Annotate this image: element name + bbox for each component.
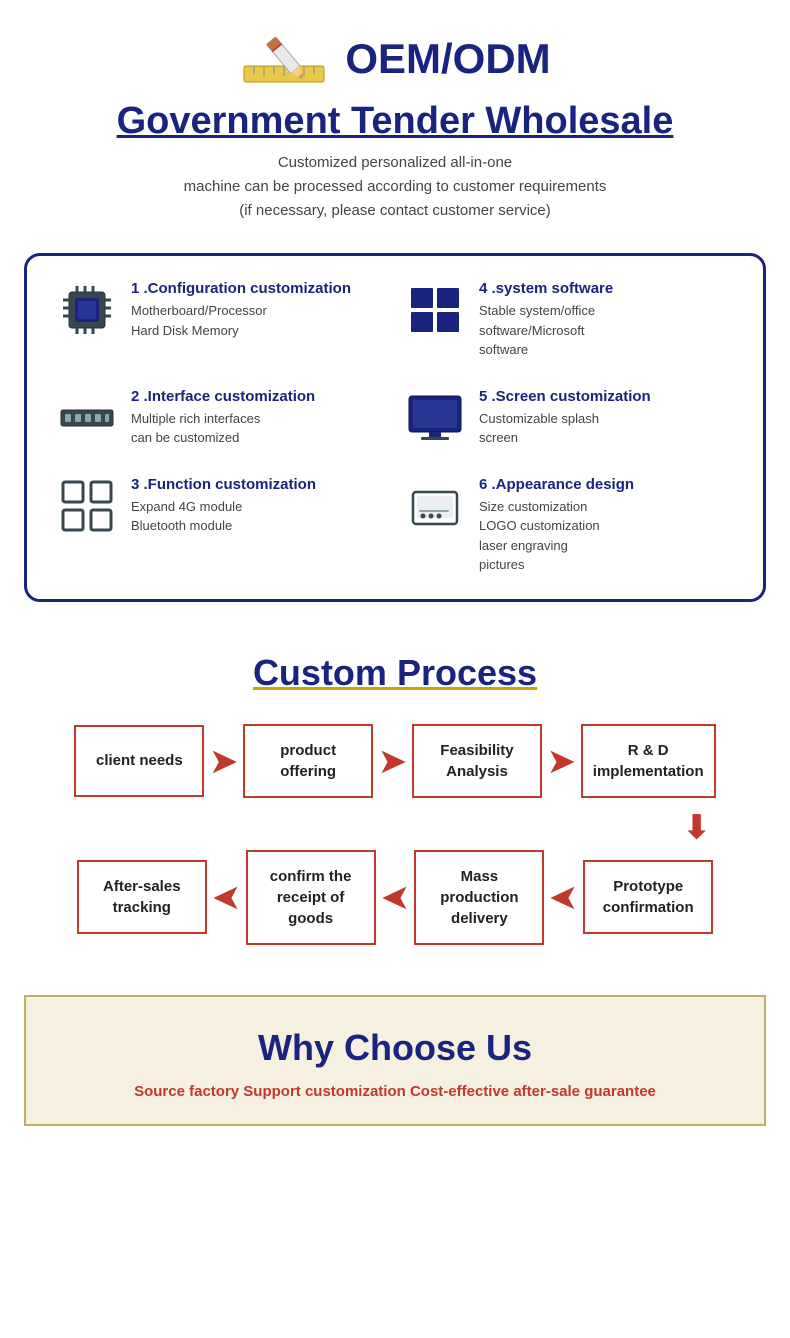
feature-item-1: 1 .Configuration customization Motherboa…: [57, 280, 385, 360]
feature-text-1: 1 .Configuration customization Motherboa…: [131, 280, 351, 340]
process-box-feasibility: FeasibilityAnalysis: [412, 724, 542, 798]
process-box-rd: R & Dimplementation: [581, 724, 716, 798]
feature-desc-1: Motherboard/ProcessorHard Disk Memory: [131, 301, 351, 340]
process-row-2: After-salestracking ➤ confirm thereceipt…: [20, 850, 770, 945]
header-section: OEM/ODM Government Tender Wholesale Cust…: [0, 0, 790, 233]
process-box-aftersales: After-salestracking: [77, 860, 207, 934]
device-icon: [405, 476, 465, 536]
feature-text-3: 3 .Function customization Expand 4G modu…: [131, 476, 316, 536]
windows-icon: [405, 280, 465, 340]
process-row-1: client needs ➤ productoffering ➤ Feasibi…: [20, 724, 770, 798]
feature-title-2: 2 .Interface customization: [131, 388, 315, 405]
process-box-client-needs: client needs: [74, 725, 204, 797]
header-top: OEM/ODM: [20, 24, 770, 94]
feature-title-3: 3 .Function customization: [131, 476, 316, 493]
feature-text-6: 6 .Appearance design Size customizationL…: [479, 476, 634, 575]
why-subtitle: Source factory Support customization Cos…: [46, 1083, 744, 1100]
grid-icon: [57, 476, 117, 536]
why-title: Why Choose Us: [46, 1027, 744, 1069]
feature-desc-2: Multiple rich interfacescan be customize…: [131, 409, 315, 448]
feature-text-4: 4 .system software Stable system/offices…: [479, 280, 613, 360]
arrow-right-2: ➤: [379, 742, 406, 780]
feature-item-6: 6 .Appearance design Size customizationL…: [405, 476, 733, 575]
feature-item-3: 3 .Function customization Expand 4G modu…: [57, 476, 385, 575]
why-section: Why Choose Us Source factory Support cus…: [24, 995, 766, 1126]
arrow-left-3: ➤: [550, 878, 577, 916]
arrow-right-3: ➤: [548, 742, 575, 780]
pencil-ruler-icon: [239, 24, 329, 94]
feature-title-4: 4 .system software: [479, 280, 613, 297]
process-box-confirm-receipt: confirm thereceipt ofgoods: [246, 850, 376, 945]
arrow-left-2: ➤: [382, 878, 409, 916]
gov-title: Government Tender Wholesale: [20, 100, 770, 143]
arrow-right-1: ➤: [210, 742, 237, 780]
interface-icon: [57, 388, 117, 448]
feature-desc-6: Size customizationLOGO customizationlase…: [479, 497, 634, 575]
chip-icon: [57, 280, 117, 340]
feature-title-5: 5 .Screen customization: [479, 388, 651, 405]
feature-text-5: 5 .Screen customization Customizable spl…: [479, 388, 651, 448]
feature-title-1: 1 .Configuration customization: [131, 280, 351, 297]
feature-item-5: 5 .Screen customization Customizable spl…: [405, 388, 733, 448]
arrow-down: ⬇: [20, 808, 770, 846]
oem-title: OEM/ODM: [345, 35, 550, 83]
monitor-icon: [405, 388, 465, 448]
process-heading: Custom Process: [20, 652, 770, 694]
feature-box: 1 .Configuration customization Motherboa…: [24, 253, 766, 602]
process-box-prototype: Prototypeconfirmation: [583, 860, 713, 934]
process-box-product-offering: productoffering: [243, 724, 373, 798]
feature-desc-5: Customizable splashscreen: [479, 409, 651, 448]
feature-text-2: 2 .Interface customization Multiple rich…: [131, 388, 315, 448]
process-box-mass-production: Massproductiondelivery: [414, 850, 544, 945]
feature-title-6: 6 .Appearance design: [479, 476, 634, 493]
feature-grid: 1 .Configuration customization Motherboa…: [57, 280, 733, 575]
process-section: Custom Process client needs ➤ productoff…: [0, 622, 790, 975]
feature-item-2: 2 .Interface customization Multiple rich…: [57, 388, 385, 448]
feature-item-4: 4 .system software Stable system/offices…: [405, 280, 733, 360]
header-subtitle: Customized personalized all-in-onemachin…: [20, 151, 770, 223]
feature-desc-3: Expand 4G moduleBluetooth module: [131, 497, 316, 536]
arrow-left-1: ➤: [213, 878, 240, 916]
feature-desc-4: Stable system/officesoftware/Microsoftso…: [479, 301, 613, 360]
